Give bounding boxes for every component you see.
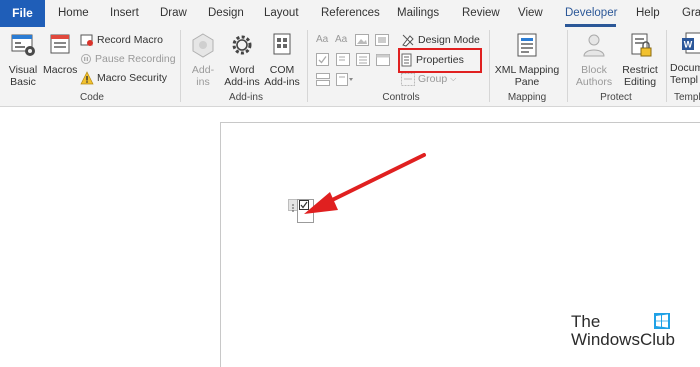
gear-icon — [222, 31, 262, 62]
group-icon — [401, 72, 415, 86]
com-addins-icon — [262, 31, 302, 62]
picture-control-icon[interactable] — [355, 33, 369, 51]
addins-label-1: Add- — [191, 64, 215, 76]
pause-recording-label: Pause Recording — [95, 53, 176, 65]
xml-mapping-label-2: Pane — [514, 76, 540, 88]
restrict-editing-button[interactable]: Restrict Editing — [619, 31, 661, 88]
word-addins-button[interactable]: Word Add-ins — [222, 31, 262, 88]
group-separator — [489, 30, 490, 102]
tab-references[interactable]: References — [321, 7, 380, 19]
chevron-down-icon: ⌵ — [450, 74, 457, 83]
legacy-tools-icon[interactable] — [336, 73, 354, 91]
watermark-line-1: The — [571, 312, 601, 331]
group-label-controls: Controls — [382, 92, 420, 103]
restrict-editing-label-1: Restrict — [622, 64, 658, 76]
record-macro-button[interactable]: Record Macro — [80, 31, 163, 49]
macros-label: Macros — [43, 64, 78, 76]
visual-basic-label-2: Basic — [10, 76, 36, 88]
tab-review[interactable]: Review — [462, 7, 500, 19]
macro-security-label: Macro Security — [97, 72, 168, 84]
macros-icon — [43, 31, 77, 62]
block-authors-label-1: Block — [581, 64, 607, 76]
xml-mapping-icon — [493, 31, 561, 62]
pause-recording-button[interactable]: Pause Recording — [80, 50, 176, 68]
plain-text-control-icon[interactable]: Aa — [335, 34, 347, 45]
visual-basic-icon — [5, 31, 41, 62]
word-addins-label-1: Word — [229, 64, 255, 76]
group-label-code: Code — [80, 92, 104, 103]
visual-basic-label-1: Visual — [8, 64, 38, 76]
tab-file[interactable]: File — [0, 0, 45, 27]
word-template-icon: W — [680, 31, 700, 60]
design-mode-icon — [401, 33, 415, 47]
restrict-editing-label-2: Editing — [623, 76, 657, 88]
group-separator — [666, 30, 667, 102]
pause-icon — [80, 52, 92, 66]
ribbon-tab-bar: File Home Insert Draw Design Layout Refe… — [0, 0, 700, 27]
tab-developer[interactable]: Developer — [565, 7, 617, 19]
combo-box-control-icon[interactable] — [336, 53, 350, 71]
warning-icon — [80, 71, 94, 85]
record-macro-label: Record Macro — [97, 34, 163, 46]
group-label-addins: Add-ins — [229, 92, 263, 103]
building-block-control-icon[interactable] — [375, 33, 389, 51]
xml-mapping-label-1: XML Mapping — [494, 64, 560, 76]
group-button[interactable]: Group ⌵ — [401, 70, 456, 88]
block-authors-label-2: Authors — [575, 76, 613, 88]
tab-gra[interactable]: Gra — [682, 7, 700, 19]
block-authors-icon — [572, 31, 616, 62]
restrict-editing-icon — [619, 31, 661, 62]
design-mode-label: Design Mode — [418, 34, 480, 46]
xml-mapping-pane-button[interactable]: XML Mapping Pane — [493, 31, 561, 88]
tab-help[interactable]: Help — [636, 7, 660, 19]
group-label-mapping: Mapping — [507, 92, 547, 103]
word-addins-label-2: Add-ins — [224, 76, 260, 88]
record-macro-icon — [80, 33, 94, 47]
dropdown-list-control-icon[interactable] — [356, 53, 370, 71]
tab-home[interactable]: Home — [58, 7, 89, 19]
group-label: Group — [418, 73, 448, 85]
windows-logo-icon — [654, 313, 670, 329]
macro-security-button[interactable]: Macro Security — [80, 69, 167, 87]
group-separator — [180, 30, 181, 102]
document-template-label-2: Templ — [670, 74, 699, 86]
group-label-protect: Protect — [600, 92, 632, 103]
visual-basic-button[interactable]: Visual Basic — [5, 31, 41, 88]
tab-design[interactable]: Design — [208, 7, 244, 19]
watermark-line-2: WindowsClub — [571, 330, 675, 349]
document-template-label-1: Docum — [670, 62, 700, 74]
group-separator — [567, 30, 568, 102]
document-template-button[interactable]: W Docum Templ — [670, 31, 700, 86]
macros-button[interactable]: Macros — [43, 31, 77, 76]
addins-label-2: ins — [196, 76, 210, 88]
checkbox-control-icon[interactable] — [316, 53, 329, 71]
tab-mailings[interactable]: Mailings — [397, 7, 439, 19]
tab-insert[interactable]: Insert — [110, 7, 139, 19]
group-separator — [307, 30, 308, 102]
red-arrow-annotation — [304, 153, 426, 214]
addins-hexagon-icon — [188, 31, 218, 62]
rich-text-control-icon[interactable]: Aa — [316, 34, 328, 45]
com-addins-button[interactable]: COM Add-ins — [262, 31, 302, 88]
design-mode-button[interactable]: Design Mode — [401, 31, 480, 49]
date-picker-control-icon[interactable] — [376, 53, 390, 71]
addins-button[interactable]: Add- ins — [188, 31, 218, 88]
repeating-section-control-icon[interactable] — [316, 73, 330, 91]
com-addins-label-2: Add-ins — [264, 76, 300, 88]
com-addins-label-1: COM — [269, 64, 295, 76]
tab-draw[interactable]: Draw — [160, 7, 187, 19]
group-label-templates: Templ — [674, 92, 700, 103]
svg-text:W: W — [684, 40, 693, 50]
tab-view[interactable]: View — [518, 7, 543, 19]
tab-layout[interactable]: Layout — [264, 7, 299, 19]
block-authors-button[interactable]: Block Authors — [572, 31, 616, 88]
